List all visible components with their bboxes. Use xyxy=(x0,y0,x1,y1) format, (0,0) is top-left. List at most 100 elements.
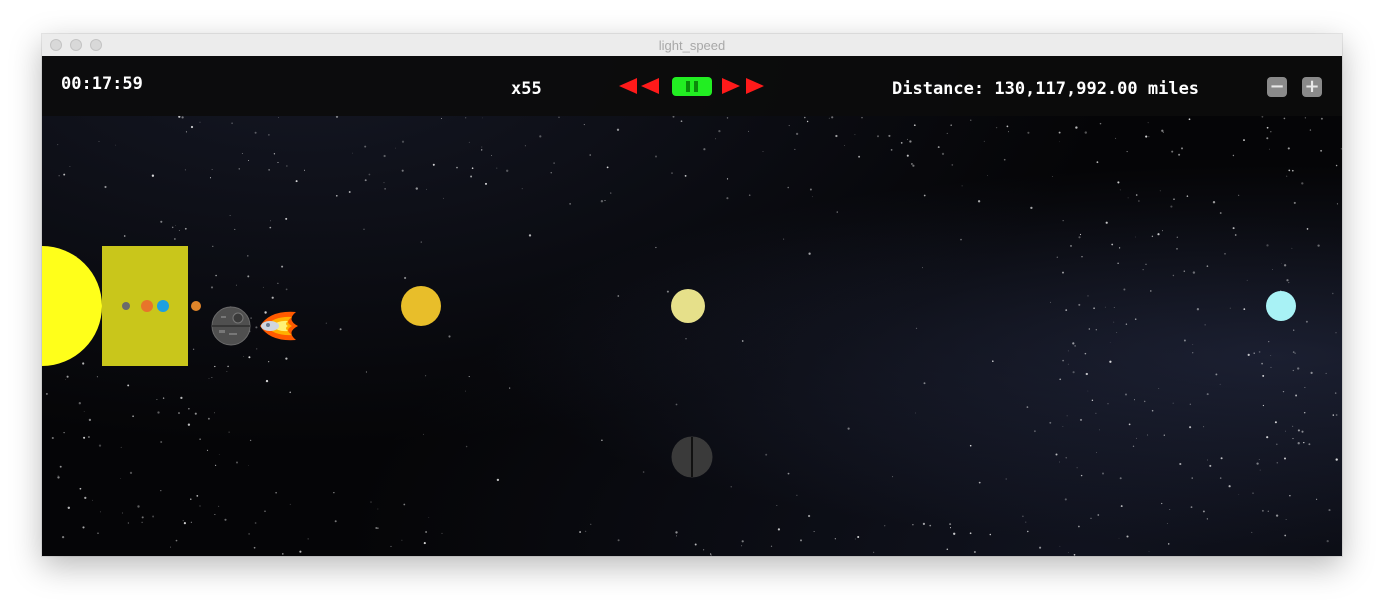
star xyxy=(207,417,210,420)
earth-icon[interactable] xyxy=(157,300,169,312)
star xyxy=(748,194,751,196)
star xyxy=(496,167,498,169)
star xyxy=(83,410,85,412)
star xyxy=(915,327,918,330)
star xyxy=(1204,324,1206,326)
star xyxy=(616,128,620,131)
star xyxy=(481,149,483,151)
star xyxy=(1332,292,1334,295)
dark-moon-icon[interactable] xyxy=(671,436,713,478)
star xyxy=(741,540,744,543)
star xyxy=(63,431,65,434)
star xyxy=(684,174,687,177)
star xyxy=(1243,139,1245,142)
star xyxy=(87,435,90,439)
star xyxy=(141,516,144,519)
venus-icon[interactable] xyxy=(141,300,153,312)
star xyxy=(174,225,176,226)
uranus-icon[interactable] xyxy=(1266,291,1296,321)
star xyxy=(375,527,378,529)
star xyxy=(989,533,992,536)
star xyxy=(741,545,743,547)
star xyxy=(923,382,926,385)
star xyxy=(235,461,239,464)
star xyxy=(170,546,172,548)
star xyxy=(214,365,216,368)
star xyxy=(1058,131,1061,134)
rewind-button[interactable] xyxy=(619,78,663,94)
star xyxy=(1284,534,1287,537)
star xyxy=(1268,340,1270,343)
star xyxy=(655,246,657,249)
star xyxy=(961,185,963,187)
star xyxy=(1055,453,1058,456)
star xyxy=(335,115,339,118)
star xyxy=(1192,352,1194,354)
star xyxy=(1099,429,1100,431)
star xyxy=(977,200,981,203)
star xyxy=(401,169,404,172)
star xyxy=(141,521,143,524)
star xyxy=(403,503,406,506)
star xyxy=(426,188,428,190)
star xyxy=(1183,339,1186,342)
pause-icon-bar xyxy=(694,81,698,92)
star xyxy=(1272,269,1274,270)
star xyxy=(132,415,134,418)
star xyxy=(1291,169,1294,172)
star xyxy=(415,187,418,190)
star xyxy=(383,154,386,158)
pause-button[interactable] xyxy=(672,77,712,96)
zoom-in-button[interactable]: + xyxy=(1302,77,1322,97)
star xyxy=(214,464,217,467)
star xyxy=(98,444,102,447)
star xyxy=(98,141,100,142)
star xyxy=(1145,135,1148,138)
star xyxy=(1117,262,1119,264)
mars-icon[interactable] xyxy=(191,301,201,311)
star xyxy=(1126,151,1128,153)
star xyxy=(1270,355,1272,356)
star xyxy=(1113,306,1115,309)
star xyxy=(1136,437,1137,439)
star xyxy=(1308,443,1311,446)
star xyxy=(1067,552,1069,554)
star xyxy=(1022,515,1024,518)
star xyxy=(726,117,729,119)
star xyxy=(268,169,270,171)
star xyxy=(120,478,122,479)
star xyxy=(978,481,981,484)
star xyxy=(1295,394,1298,397)
star xyxy=(1332,414,1335,416)
star xyxy=(1167,543,1170,545)
star xyxy=(1109,360,1112,363)
star xyxy=(1030,206,1033,210)
star xyxy=(401,140,405,143)
star xyxy=(1091,399,1094,402)
star xyxy=(1025,521,1027,523)
zoom-out-button[interactable]: − xyxy=(1267,77,1287,97)
star xyxy=(339,328,342,331)
star xyxy=(127,384,130,387)
spaceship-icon[interactable] xyxy=(256,306,300,346)
star xyxy=(1039,546,1042,549)
jupiter-icon[interactable] xyxy=(401,286,441,326)
star xyxy=(115,144,117,146)
star xyxy=(811,196,813,198)
fast-forward-button[interactable] xyxy=(722,78,766,94)
star xyxy=(1157,233,1160,236)
star xyxy=(1127,197,1129,199)
star xyxy=(1067,363,1069,365)
star xyxy=(184,169,186,171)
star xyxy=(1297,442,1300,445)
star xyxy=(1088,328,1090,330)
star xyxy=(224,518,227,521)
saturn-icon[interactable] xyxy=(671,289,705,323)
star xyxy=(1320,149,1323,152)
star xyxy=(282,553,284,555)
star xyxy=(1066,415,1068,417)
star xyxy=(509,387,511,389)
death-star-icon[interactable] xyxy=(211,306,251,346)
mercury-icon[interactable] xyxy=(122,302,130,310)
star xyxy=(1126,535,1129,538)
